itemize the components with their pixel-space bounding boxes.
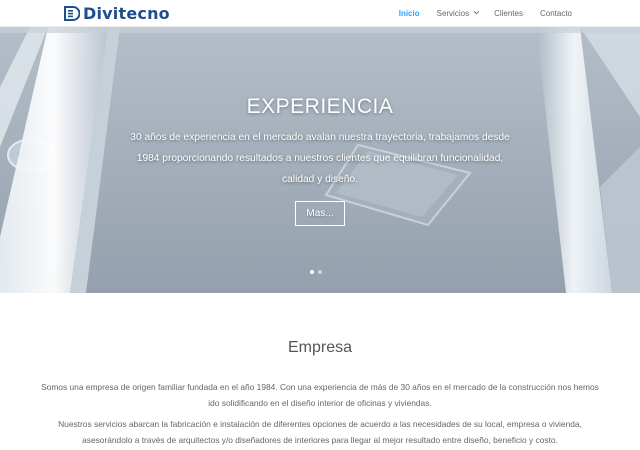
- empresa-paragraph-1: Somos una empresa de origen familiar fun…: [41, 382, 599, 408]
- logo[interactable]: Divitecno: [64, 3, 170, 23]
- divitecno-logo-icon: [64, 5, 80, 21]
- hero-content: EXPERIENCIA 30 años de experiencia en el…: [0, 95, 640, 226]
- empresa-title: Empresa: [287, 339, 353, 356]
- nav-item-contacto[interactable]: Contacto: [540, 9, 572, 18]
- nav-item-inicio[interactable]: Inicio: [399, 9, 420, 18]
- hero-title: EXPERIENCIA: [246, 95, 394, 118]
- nav-item-servicios-label: Servicios: [436, 8, 470, 18]
- chevron-down-icon: [473, 8, 480, 15]
- slider-dot-1[interactable]: [310, 270, 314, 274]
- empresa-section: Empresa Somos una empresa de origen fami…: [0, 293, 640, 450]
- hero-text: 30 años de experiencia en el mercado ava…: [130, 132, 510, 185]
- hero-more-button[interactable]: Mas...: [295, 201, 345, 226]
- main-nav: Inicio Servicios Clientes Contacto: [382, 0, 572, 26]
- nav-item-clientes[interactable]: Clientes: [494, 9, 523, 18]
- slider-pagination: [310, 270, 322, 274]
- hero-slider: EXPERIENCIA 30 años de experiencia en el…: [0, 27, 640, 293]
- empresa-paragraph-2: Nuestros servicios abarcan la fabricació…: [58, 419, 582, 445]
- site-header: Divitecno Inicio Servicios Clientes Cont…: [0, 0, 640, 27]
- slider-dot-2[interactable]: [318, 270, 322, 274]
- logo-text: Divitecno: [83, 3, 170, 23]
- nav-item-servicios[interactable]: Servicios: [436, 8, 480, 18]
- page: Divitecno Inicio Servicios Clientes Cont…: [0, 0, 640, 450]
